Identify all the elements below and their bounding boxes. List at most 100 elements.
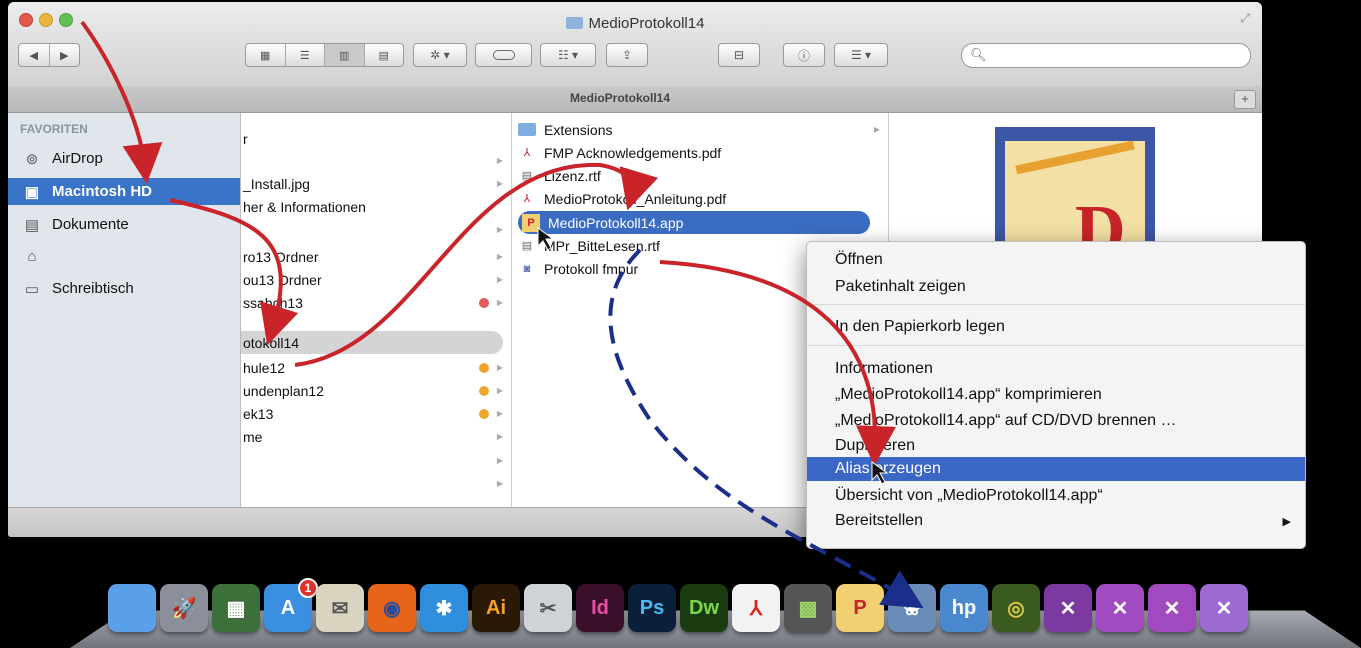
menu-item-alias-erzeugen[interactable]: Alias erzeugen	[807, 457, 1305, 481]
disclosure-arrow-icon: ▶	[496, 432, 503, 441]
pdf-icon: ⅄	[523, 147, 531, 159]
menu-item-oeffnen[interactable]: Öffnen	[807, 248, 1305, 272]
tag-icon	[492, 50, 515, 60]
acrobat-icon[interactable]: ⅄	[732, 584, 780, 632]
list-item[interactable]: ▶	[241, 472, 511, 495]
app-store-icon[interactable]: A1	[264, 578, 318, 632]
list-menu-button[interactable]: ☰ ▾	[834, 43, 888, 67]
list-item[interactable]: ⅄ MedioProtokoll_Anleitung.pdf	[512, 187, 888, 210]
safari-icon[interactable]: ✱	[420, 584, 468, 632]
list-item[interactable]: ek13 ▶	[241, 402, 511, 425]
illustrator-icon[interactable]: Ai	[472, 584, 520, 632]
back-button[interactable]: ◀	[19, 44, 50, 66]
list-item[interactable]: ssabch13 ▶	[241, 291, 511, 314]
list-item[interactable]: _Install.jpg ▶	[241, 172, 511, 195]
disclosure-arrow-icon: ▶	[496, 252, 503, 261]
medioprotokoll-icon[interactable]: P	[836, 584, 884, 632]
disclosure-arrow-icon: ▶	[496, 363, 503, 372]
menu-item-duplizieren[interactable]: Duplizieren	[807, 434, 1305, 458]
sidebar-item-dokumente[interactable]: ▤ Dokumente	[8, 211, 240, 238]
photoshop-icon[interactable]: Ps	[628, 584, 676, 632]
info-button[interactable]: ⓘ	[783, 43, 825, 67]
rtf-icon: ▤	[521, 170, 533, 182]
folder-icon	[518, 121, 536, 139]
list-item[interactable]: ou13 Ordner ▶	[241, 268, 511, 291]
applications-folder-icon[interactable]: ✕	[1200, 584, 1248, 632]
radar-icon[interactable]: ◎	[992, 584, 1040, 632]
coverflow-view-icon[interactable]: ▤	[365, 44, 404, 66]
list-item[interactable]: r	[241, 127, 511, 150]
menu-item-paketinhalt[interactable]: Paketinhalt zeigen	[807, 275, 1305, 299]
disclosure-arrow-icon: ▶	[873, 125, 880, 134]
list-item[interactable]: ▶	[241, 218, 511, 241]
calculator-icon[interactable]: ▩	[784, 584, 832, 632]
list-item[interactable]: undenplan12 ▶	[241, 379, 511, 402]
list-item[interactable]: hule12 ▶	[241, 356, 511, 379]
list-item[interactable]: her & Informationen	[241, 195, 511, 218]
tags-button[interactable]	[475, 43, 532, 67]
view-mode-segmented: ▦ ☰ ▥ ▤	[245, 43, 404, 67]
dreamweaver-icon[interactable]: Dw	[680, 584, 728, 632]
home-icon: ⌂	[27, 248, 37, 265]
action-menu-button[interactable]: ✲ ▾	[413, 43, 467, 67]
xcode-tools-icon[interactable]: ✕	[1044, 584, 1092, 632]
red-tag-icon	[479, 297, 489, 308]
icons-view-icon[interactable]: ▦	[246, 44, 286, 66]
connect-server-button[interactable]: ⊟	[718, 43, 760, 67]
menu-item-informationen[interactable]: Informationen	[807, 357, 1305, 381]
utilities-folder-icon[interactable]: ✕	[1096, 584, 1144, 632]
indesign-icon[interactable]: Id	[576, 584, 624, 632]
iphoto-icon[interactable]: ❀	[888, 584, 936, 632]
list-item-selected[interactable]: otokoll14	[241, 331, 503, 354]
tab-bar: MedioProtokoll14 +	[8, 86, 1262, 113]
mission-control-icon[interactable]: ▦	[212, 584, 260, 632]
firefox-icon[interactable]: ◉	[368, 584, 416, 632]
menu-item-uebersicht[interactable]: Übersicht von „MedioProtokoll14.app“	[807, 484, 1305, 508]
tab-title[interactable]: MedioProtokoll14	[8, 91, 1232, 105]
share-button[interactable]: ⇪	[606, 43, 648, 67]
title-bar: MedioProtokoll14 ⤢ ◀ ▶ ▦ ☰ ▥ ▤ ✲ ▾ ☷ ▾ ⇪…	[8, 2, 1262, 87]
list-item[interactable]: ▶	[241, 149, 511, 172]
orange-tag-icon	[479, 362, 489, 373]
list-item[interactable]: Extensions ▶	[512, 118, 888, 141]
sidebar-item-macintosh-hd[interactable]: ▣ Macintosh HD	[8, 178, 240, 205]
sidebar-item-home[interactable]: ⌂	[8, 243, 240, 270]
utilities-folder-2-icon[interactable]: ✕	[1148, 584, 1196, 632]
sidebar: FAVORITEN ⊚ AirDrop ▣ Macintosh HD ▤ Dokume…	[8, 113, 241, 508]
app-preview-image: D	[995, 127, 1155, 269]
forward-button[interactable]: ▶	[50, 44, 80, 66]
preview-icon[interactable]: ✂	[524, 584, 572, 632]
arrange-menu-button[interactable]: ☷ ▾	[540, 43, 596, 67]
disclosure-arrow-icon: ▶	[496, 409, 503, 418]
menu-item-brennen[interactable]: „MedioProtokoll14.app“ auf CD/DVD brenne…	[807, 409, 1305, 433]
menu-separator	[807, 345, 1305, 346]
submenu-arrow-icon: ▶	[1282, 515, 1291, 528]
menu-item-komprimieren[interactable]: „MedioProtokoll14.app“ komprimieren	[807, 383, 1305, 407]
fullscreen-icon[interactable]: ⤢	[1240, 11, 1250, 26]
airdrop-icon: ⊚	[25, 150, 39, 168]
add-tab-button[interactable]: +	[1234, 90, 1256, 109]
list-item-selected[interactable]: P MedioProtokoll14.app	[518, 211, 870, 234]
list-item[interactable]: ▤ Lizenz.rtf	[512, 164, 888, 187]
disclosure-arrow-icon: ▶	[496, 156, 503, 165]
menu-item-bereitstellen[interactable]: Bereitstellen ▶	[807, 509, 1305, 533]
columns-view-icon[interactable]: ▥	[325, 44, 365, 66]
disclosure-arrow-icon: ▶	[496, 298, 503, 307]
sidebar-item-airdrop[interactable]: ⊚ AirDrop	[8, 145, 240, 172]
fmp-icon: ◙	[523, 262, 531, 275]
mail-icon[interactable]: ✉	[316, 584, 364, 632]
list-item[interactable]: ⅄ FMP Acknowledgements.pdf	[512, 141, 888, 164]
sidebar-item-schreibtisch[interactable]: ▭ Schreibtisch	[8, 275, 240, 302]
desktop-icon: ▭	[24, 280, 40, 298]
list-view-icon[interactable]: ☰	[286, 44, 325, 66]
menu-item-papierkorb[interactable]: In den Papierkorb legen	[807, 315, 1305, 339]
launchpad-icon[interactable]: 🚀	[160, 584, 208, 632]
hp-utility-icon[interactable]: hp	[940, 584, 988, 632]
list-item[interactable]: me ▶	[241, 425, 511, 448]
search-field[interactable]: 🔍︎	[961, 43, 1251, 68]
disclosure-arrow-icon: ▶	[496, 456, 503, 465]
disclosure-arrow-icon: ▶	[496, 179, 503, 188]
finder-icon[interactable]	[108, 584, 156, 632]
list-item[interactable]: ro13 Ordner ▶	[241, 245, 511, 268]
list-item[interactable]: ▶	[241, 449, 511, 472]
